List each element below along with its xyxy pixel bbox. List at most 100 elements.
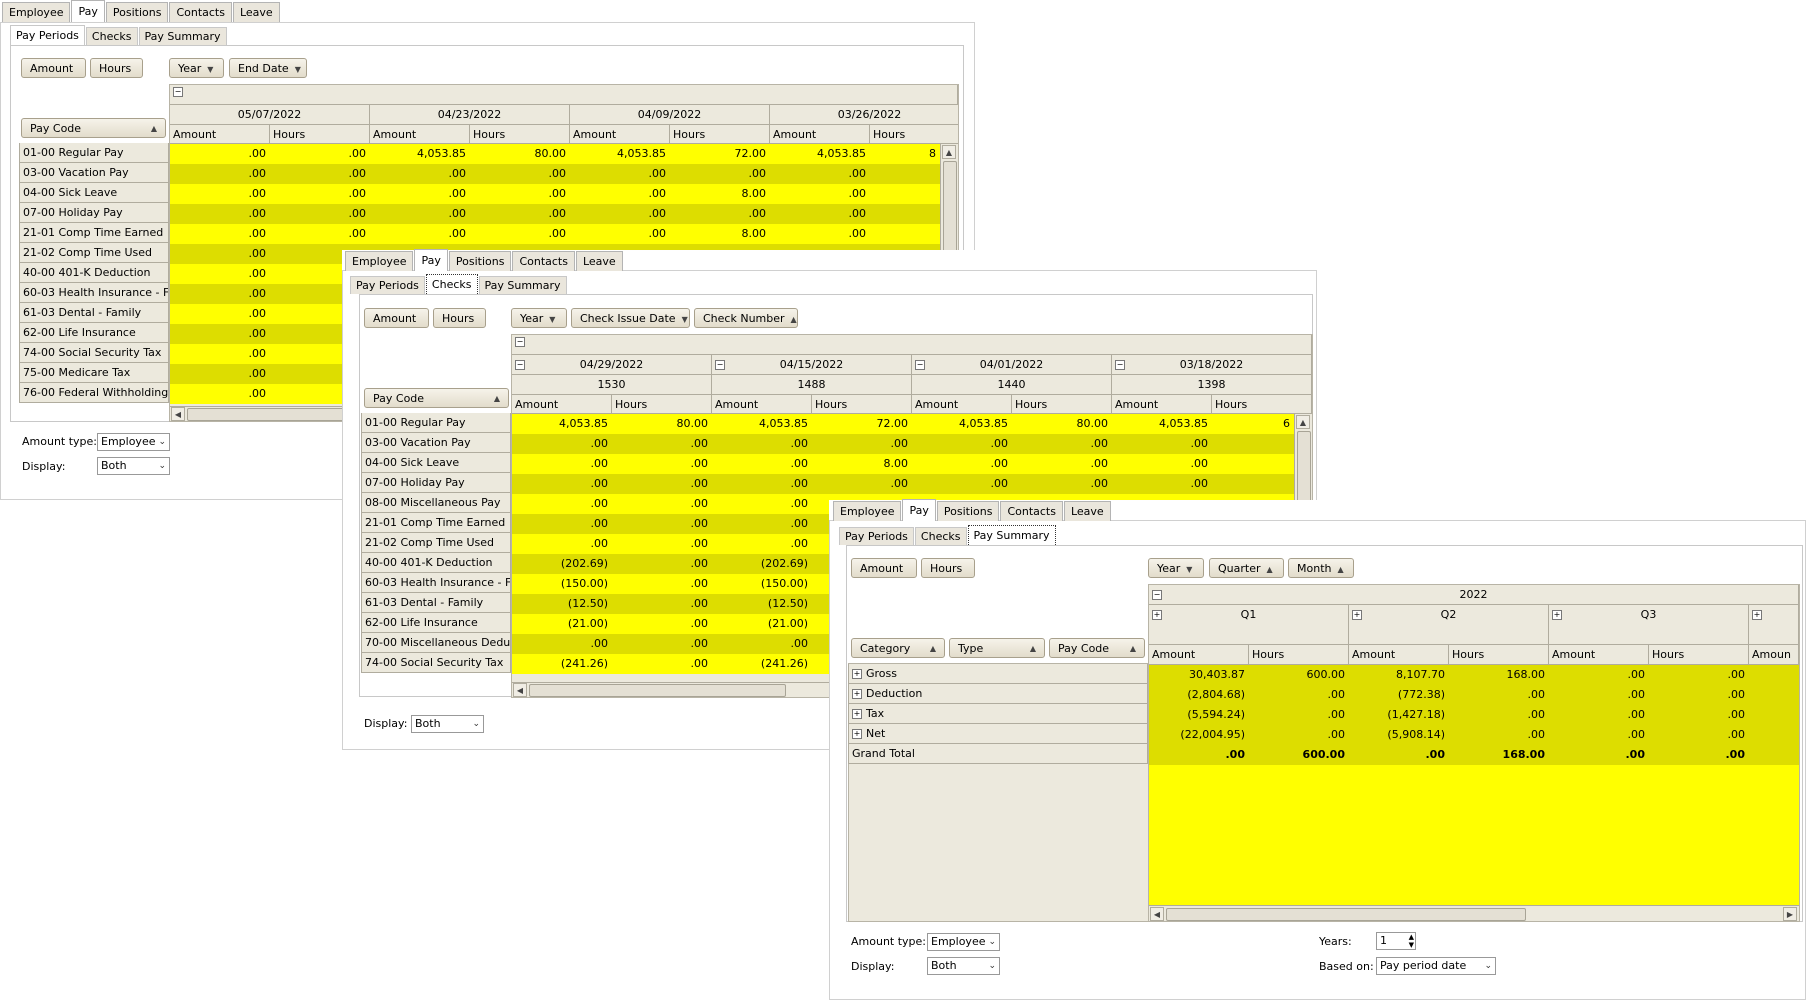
amount-type-select[interactable]: Employee ⌄ (927, 933, 1000, 951)
scroll-up-icon[interactable]: ▲ (1296, 415, 1310, 429)
spin-down-icon[interactable]: ▼ (1409, 941, 1414, 949)
collapse-icon[interactable]: − (173, 87, 183, 97)
data-cell: .00 (612, 554, 712, 574)
expand-icon[interactable]: + (1552, 610, 1562, 620)
subtab-checks[interactable]: Checks (425, 274, 478, 294)
tab-pay[interactable]: Pay (71, 0, 105, 22)
tab-leave[interactable]: Leave (232, 2, 280, 22)
tab-positions[interactable]: Positions (936, 501, 1000, 521)
partial-column-header: + (1749, 605, 1799, 645)
expand-icon[interactable]: + (852, 729, 862, 739)
amount-field-button[interactable]: Amount (21, 58, 86, 78)
tab-employee[interactable]: Employee (2, 2, 71, 22)
collapse-icon[interactable]: − (1115, 360, 1125, 370)
month-filter-button[interactable]: Month ▲ (1288, 558, 1354, 578)
data-cell: .00 (812, 474, 912, 494)
hours-field-button[interactable]: Hours (921, 558, 975, 578)
data-cell: .00 (612, 454, 712, 474)
tab-contacts[interactable]: Contacts (169, 2, 232, 22)
years-spinner[interactable]: 1 ▲ ▼ (1376, 932, 1416, 950)
quarter-filter-button[interactable]: Quarter ▲ (1209, 558, 1284, 578)
data-cell: (21.00) (712, 614, 812, 634)
scroll-right-icon[interactable]: ▶ (1783, 907, 1797, 921)
tab-leave[interactable]: Leave (575, 251, 623, 271)
tab-pay[interactable]: Pay (414, 249, 448, 271)
amount-column-header: Amount (1549, 645, 1649, 665)
subtab-pay-periods[interactable]: Pay Periods (10, 25, 85, 45)
type-row-field[interactable]: Type ▲ (949, 638, 1045, 658)
collapse-icon[interactable]: − (715, 360, 725, 370)
collapse-icon[interactable]: − (515, 337, 525, 347)
year-filter-button[interactable]: Year ▼ (1148, 558, 1204, 578)
tab-positions[interactable]: Positions (448, 251, 512, 271)
subtab-pay-periods[interactable]: Pay Periods (350, 276, 425, 294)
subtab-pay-summary[interactable]: Pay Summary (967, 525, 1056, 545)
data-cell: (202.69) (512, 554, 612, 574)
year-filter-label: Year (1157, 562, 1181, 575)
scroll-up-icon[interactable]: ▲ (942, 145, 956, 159)
date-column-header: − 03/18/2022 (1112, 355, 1312, 375)
display-select[interactable]: Both ⌄ (411, 715, 484, 733)
pay-code-row-field[interactable]: Pay Code ▲ (21, 118, 166, 138)
subtab-pay-periods[interactable]: Pay Periods (839, 527, 914, 545)
tab-contacts[interactable]: Contacts (1000, 501, 1063, 521)
collapse-icon[interactable]: − (915, 360, 925, 370)
pay-code-row-field[interactable]: Pay Code ▲ (1049, 638, 1145, 658)
tab-pay[interactable]: Pay (902, 499, 936, 521)
horizontal-scrollbar[interactable]: ◀ ▶ (1149, 905, 1799, 921)
display-select[interactable]: Both ⌄ (97, 457, 170, 475)
expand-icon[interactable]: + (1752, 610, 1762, 620)
check-issue-date-filter-button[interactable]: Check Issue Date ▼ (571, 308, 690, 328)
display-value: Both (931, 959, 957, 972)
data-cell: .00 (170, 364, 270, 384)
subtab-pay-summary[interactable]: Pay Summary (138, 27, 227, 45)
check-number-filter-button[interactable]: Check Number ▲ (694, 308, 798, 328)
amount-field-button[interactable]: Amount (364, 308, 429, 328)
hours-field-button[interactable]: Hours (90, 58, 143, 78)
tab-employee[interactable]: Employee (833, 501, 902, 521)
scroll-left-icon[interactable]: ◀ (1150, 907, 1164, 921)
expand-icon[interactable]: + (1352, 610, 1362, 620)
spin-up-icon[interactable]: ▲ (1409, 933, 1414, 941)
data-cell: .00 (170, 284, 270, 304)
data-cell: .00 (1249, 685, 1349, 705)
tab-positions[interactable]: Positions (105, 2, 169, 22)
category-row-field[interactable]: Category ▲ (851, 638, 945, 658)
scroll-left-icon[interactable]: ◀ (171, 407, 185, 421)
data-cell: .00 (612, 574, 712, 594)
collapse-row: − (170, 85, 958, 105)
expand-icon[interactable]: + (852, 709, 862, 719)
based-on-select[interactable]: Pay period date ⌄ (1376, 957, 1496, 975)
pay-summary-window: Employee Pay Positions Contacts Leave Pa… (829, 499, 1806, 1000)
data-cell: 80.00 (470, 144, 570, 164)
date-value: 04/29/2022 (579, 358, 644, 371)
year-filter-button[interactable]: Year ▼ (511, 308, 567, 328)
display-label: Display: (364, 717, 408, 730)
pay-code-row-field[interactable]: Pay Code ▲ (364, 388, 509, 408)
tab-contacts[interactable]: Contacts (512, 251, 575, 271)
scroll-left-icon[interactable]: ◀ (513, 683, 527, 697)
amount-field-button[interactable]: Amount (851, 558, 917, 578)
expand-icon[interactable]: + (1152, 610, 1162, 620)
display-select[interactable]: Both ⌄ (927, 957, 1000, 975)
scroll-thumb-h[interactable] (1166, 908, 1526, 921)
expand-icon[interactable]: + (852, 689, 862, 699)
tab-employee[interactable]: Employee (345, 251, 414, 271)
data-cell: .00 (670, 164, 770, 184)
collapse-icon[interactable]: − (515, 360, 525, 370)
year-filter-button[interactable]: Year ▼ (169, 58, 224, 78)
data-cell: .00 (170, 244, 270, 264)
subtab-checks[interactable]: Checks (914, 527, 967, 545)
data-cell: .00 (1649, 685, 1749, 705)
subtab-pay-summary[interactable]: Pay Summary (478, 276, 567, 294)
subtab-checks[interactable]: Checks (85, 27, 138, 45)
end-date-filter-button[interactable]: End Date ▼ (229, 58, 307, 78)
tab-leave[interactable]: Leave (1063, 501, 1111, 521)
amount-type-select[interactable]: Employee ⌄ (97, 433, 170, 451)
expand-icon[interactable]: + (852, 669, 862, 679)
data-cell: .00 (570, 204, 670, 224)
scroll-thumb-h[interactable] (529, 684, 786, 697)
row-header: 21-01 Comp Time Earned (361, 513, 511, 533)
collapse-icon[interactable]: − (1152, 590, 1162, 600)
hours-field-button[interactable]: Hours (433, 308, 486, 328)
